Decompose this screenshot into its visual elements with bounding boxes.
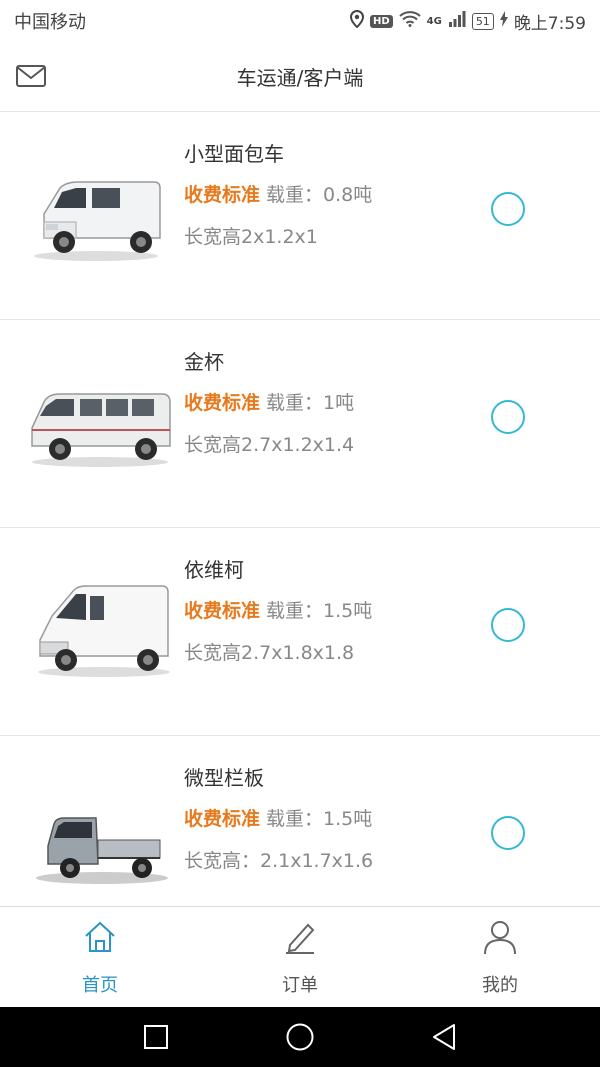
tab-label: 我的: [482, 975, 518, 996]
carrier-label: 中国移动: [14, 12, 86, 33]
fee-standard-link[interactable]: 收费标准: [184, 184, 260, 206]
vehicle-item[interactable]: 依维柯 收费标准 载重：1.5吨 长宽高2.7x1.8x1.8: [0, 528, 600, 736]
pencil-icon: [280, 915, 320, 959]
mini-van-image: [26, 164, 174, 264]
vehicle-dims: 长宽高2x1.2x1: [184, 226, 318, 248]
vehicle-name: 金杯: [184, 350, 224, 374]
vehicle-dims: 长宽高2.7x1.8x1.8: [184, 642, 355, 664]
home-icon: [80, 915, 120, 959]
status-bar: 中国移动 HD 4G 51 晚上7:59: [0, 0, 600, 42]
vehicle-load-line: 收费标准 载重：1吨: [184, 388, 354, 415]
status-icons: HD 4G 51 晚上7:59: [349, 9, 586, 34]
vehicle-select-radio[interactable]: [491, 608, 525, 642]
battery-level: 51: [471, 12, 494, 30]
user-icon: [480, 915, 520, 959]
vehicle-load: 载重：1.5吨: [266, 600, 373, 622]
signal-icon: [448, 10, 466, 32]
tab-label: 订单: [282, 975, 318, 996]
app-header: 车运通/客户端: [0, 42, 600, 112]
vehicle-dims: 长宽高：2.1x1.7x1.6: [184, 850, 374, 872]
vehicle-load-line: 收费标准 载重：1.5吨: [184, 804, 372, 831]
vehicle-item[interactable]: 金杯 收费标准 载重：1吨 长宽高2.7x1.2x1.4: [0, 320, 600, 528]
vehicle-dims: 长宽高2.7x1.2x1.4: [184, 434, 355, 456]
tab-orders[interactable]: 订单: [200, 907, 400, 1007]
network-label: 4G: [426, 15, 442, 27]
vehicle-list: 小型面包车 收费标准 载重：0.8吨 长宽高2x1.2x1 金杯 收费标准 载重：1…: [0, 112, 600, 906]
vehicle-load-line: 收费标准 载重：1.5吨: [184, 596, 372, 623]
fee-standard-link[interactable]: 收费标准: [184, 808, 260, 830]
vehicle-name: 微型栏板: [184, 766, 264, 790]
location-icon: [349, 9, 364, 33]
fee-standard-link[interactable]: 收费标准: [184, 600, 260, 622]
charging-icon: [499, 10, 508, 32]
mail-icon[interactable]: [14, 62, 48, 90]
iveco-van-image: [26, 580, 174, 680]
vehicle-item[interactable]: 微型栏板 收费标准 载重：1.5吨 长宽高：2.1x1.7x1.6: [0, 736, 600, 906]
vehicle-name: 依维柯: [184, 558, 244, 582]
vehicle-select-radio[interactable]: [491, 400, 525, 434]
vehicle-load: 载重：0.8吨: [266, 184, 373, 206]
wifi-icon: [398, 10, 421, 32]
recents-icon[interactable]: [139, 1020, 173, 1054]
vehicle-load: 载重：1吨: [266, 392, 355, 414]
tab-profile[interactable]: 我的: [400, 907, 600, 1007]
vehicle-select-radio[interactable]: [491, 816, 525, 850]
tab-home[interactable]: 首页: [0, 907, 200, 1007]
home-circle-icon[interactable]: [283, 1020, 317, 1054]
vehicle-load-line: 收费标准 载重：0.8吨: [184, 180, 372, 207]
jinbei-van-image: [26, 372, 174, 472]
system-nav-bar: [0, 1007, 600, 1067]
vehicle-item[interactable]: 小型面包车 收费标准 载重：0.8吨 长宽高2x1.2x1: [0, 112, 600, 320]
back-icon[interactable]: [427, 1020, 461, 1054]
page-title: 车运通/客户端: [236, 66, 364, 90]
tab-label: 首页: [82, 975, 118, 996]
vehicle-load: 载重：1.5吨: [266, 808, 373, 830]
vehicle-name: 小型面包车: [184, 142, 284, 166]
vehicle-select-radio[interactable]: [491, 192, 525, 226]
fee-standard-link[interactable]: 收费标准: [184, 392, 260, 414]
clock: 晚上7:59: [513, 13, 586, 34]
mini-truck-image: [26, 788, 174, 888]
hd-badge: HD: [369, 14, 393, 28]
bottom-tab-bar: 首页 订单 我的: [0, 906, 600, 1007]
